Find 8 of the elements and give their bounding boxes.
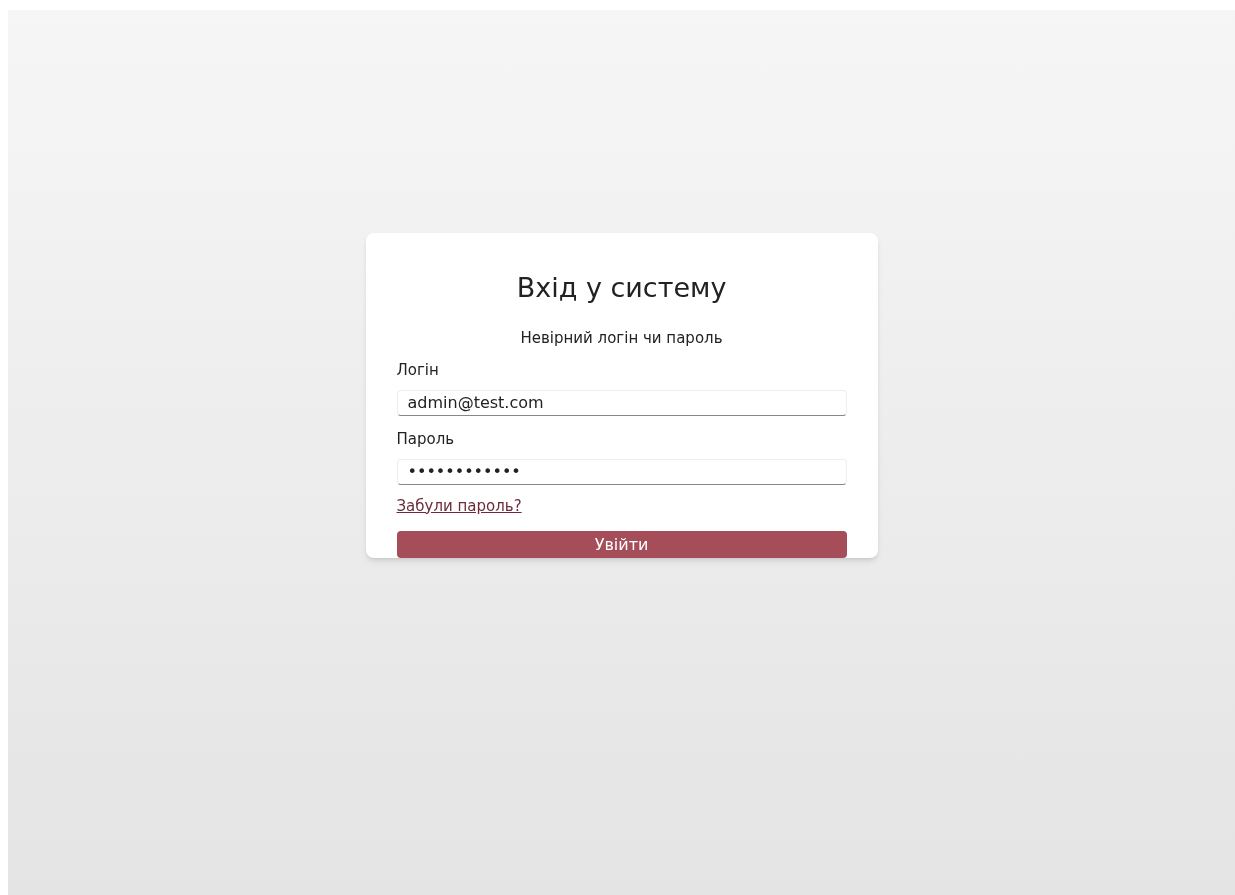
input-field[interactable]: ••••••••••••	[396, 458, 847, 485]
input-field[interactable]: admin@test.com	[396, 389, 847, 417]
field-label: Пароль	[396, 429, 456, 451]
login-button[interactable]: Увійти	[396, 531, 847, 558]
field-label: Логін	[396, 360, 440, 382]
forgot-password-link[interactable]: Забули пароль?	[396, 494, 522, 518]
error-message: Невірний логін чи пароль	[519, 327, 724, 349]
login-title: Вхід у систему	[515, 271, 728, 305]
